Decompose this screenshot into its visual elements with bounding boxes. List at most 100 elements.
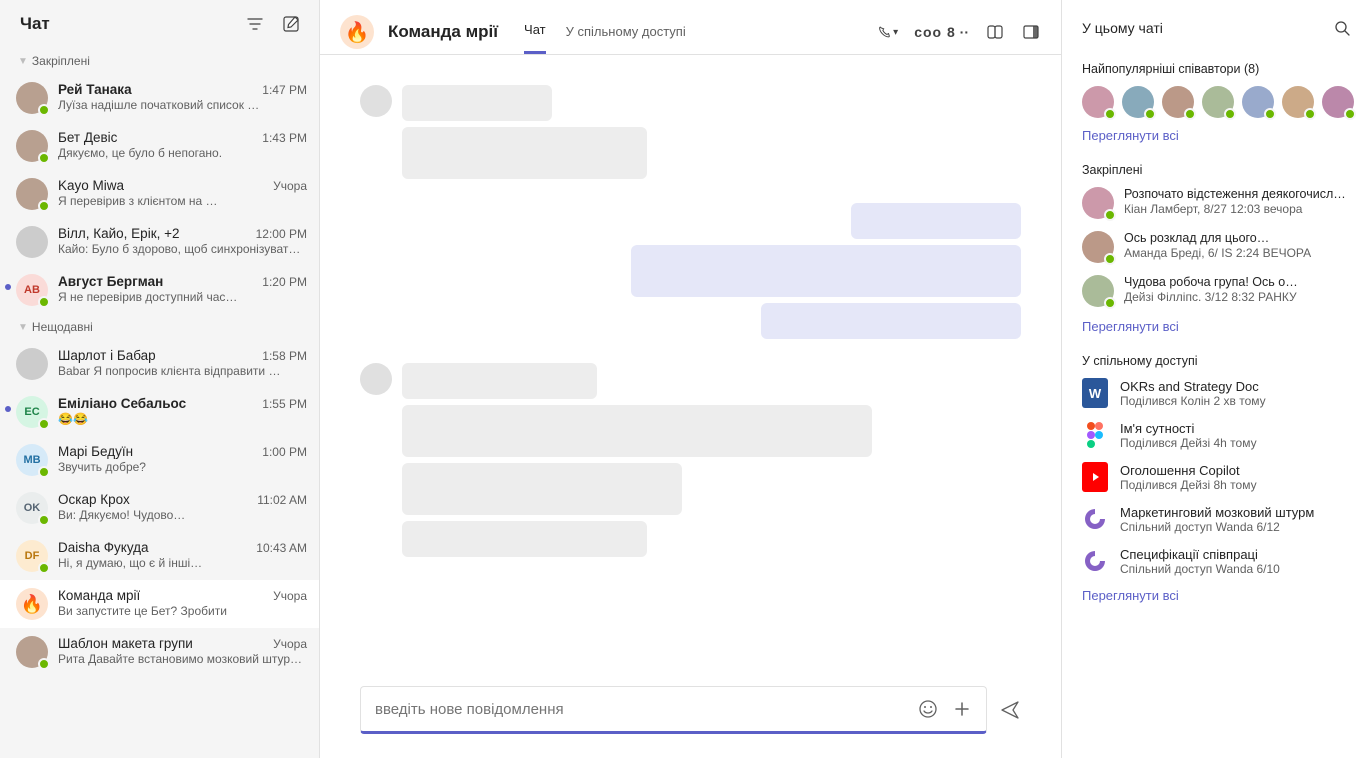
avatar: OK	[16, 492, 48, 524]
message-bubble[interactable]	[402, 85, 552, 121]
chat-list-item[interactable]: Вілл, Кайо, Ерік, +2 12:00 PM Кайо: Було…	[0, 218, 319, 266]
chat-list-item[interactable]: Шарлот і Бабар 1:58 PM Babar Я попросив …	[0, 340, 319, 388]
chat-item-name: Шарлот і Бабар	[58, 348, 156, 363]
emoji-icon[interactable]	[918, 699, 938, 719]
pinned-message[interactable]: Чудова робоча група! Ось о… Дейзі Філліп…	[1082, 275, 1352, 307]
chat-item-name: Оскар Крох	[58, 492, 130, 507]
shared-file-item[interactable]: Специфікації співпраці Спільний доступ W…	[1082, 546, 1352, 576]
pinned-subtitle: Аманда Бреді, 6/ IS 2:24 ВЕЧОРА	[1124, 246, 1352, 260]
shared-subtitle: Поділився Колін 2 хв тому	[1120, 394, 1352, 408]
chat-list-item[interactable]: EC Еміліано Себальос 1:55 PM 😂😂	[0, 388, 319, 436]
chat-list-item[interactable]: Kayo Miwa Учора Я перевірив з клієнтом н…	[0, 170, 319, 218]
pinned-section-header[interactable]: ▼ Закріплені	[0, 48, 319, 74]
view-all-link[interactable]: Переглянути всі	[1082, 319, 1352, 334]
message-bubble[interactable]	[761, 303, 1021, 339]
messages-area	[320, 55, 1061, 676]
message-bubble[interactable]	[402, 405, 872, 457]
message-bubble[interactable]	[402, 521, 647, 557]
chat-list-item[interactable]: 🔥 Команда мрії Учора Ви запустите це Бет…	[0, 580, 319, 628]
pinned-subtitle: Кіан Ламберт, 8/27 12:03 вечора	[1124, 202, 1352, 216]
shared-file-item[interactable]: Маркетинговий мозковий штурм Спільний до…	[1082, 504, 1352, 534]
avatar	[16, 226, 48, 258]
sent-message-group	[360, 203, 1021, 339]
avatar: MB	[16, 444, 48, 476]
chat-header: 🔥 Команда мрії Чат У спільному доступі ▾…	[320, 0, 1061, 55]
members-count[interactable]: соо 8 ··	[914, 24, 969, 40]
chat-list-item[interactable]: Рей Танака 1:47 PM Луїза надішле початко…	[0, 74, 319, 122]
chat-item-name: Вілл, Кайо, Ерік, +2	[58, 226, 180, 241]
coauthor-avatar[interactable]	[1122, 86, 1154, 118]
chat-item-time: 1:47 PM	[262, 83, 307, 97]
add-icon[interactable]	[952, 699, 972, 719]
coauthor-avatar[interactable]	[1202, 86, 1234, 118]
sidebar-header: Чат	[0, 0, 319, 48]
chat-item-name: Бет Девіс	[58, 130, 117, 145]
shared-label: У спільному доступі	[1082, 354, 1352, 368]
chat-item-name: Kayo Miwa	[58, 178, 124, 193]
shared-file-item[interactable]: Оголошення Copilot Поділився Дейзі 8h то…	[1082, 462, 1352, 492]
loop-icon	[1082, 546, 1108, 576]
search-icon[interactable]	[1332, 18, 1352, 38]
message-bubble[interactable]	[402, 127, 647, 179]
chevron-down-icon: ▼	[18, 322, 28, 333]
chat-item-preview: Я перевірив з клієнтом на …	[58, 194, 307, 208]
received-message-group	[360, 85, 1021, 179]
chat-item-name: Марі Бедуїн	[58, 444, 133, 459]
chat-item-time: Учора	[273, 589, 307, 603]
message-bubble[interactable]	[402, 463, 682, 515]
message-bubble[interactable]	[631, 245, 1021, 297]
message-input[interactable]	[375, 701, 908, 718]
sidebar-title: Чат	[20, 14, 50, 34]
shared-subtitle: Спільний доступ Wanda 6/10	[1120, 562, 1352, 576]
tab-shared[interactable]: У спільному доступі	[566, 10, 686, 54]
chat-item-preview: Ви запустите це Бет? Зробити	[58, 604, 307, 618]
compose-box[interactable]	[360, 686, 987, 734]
message-bubble[interactable]	[851, 203, 1021, 239]
filter-icon[interactable]	[245, 14, 265, 34]
chat-list-item[interactable]: Бет Девіс 1:43 PM Дякуємо, це було б неп…	[0, 122, 319, 170]
coauthor-avatar[interactable]	[1322, 86, 1354, 118]
compose-area	[320, 676, 1061, 758]
chat-item-time: 11:02 AM	[257, 493, 307, 507]
word-icon: W	[1082, 378, 1108, 408]
avatar: AB	[16, 274, 48, 306]
chat-list-item[interactable]: DF Daisha Фукуда 10:43 AM Ні, я думаю, щ…	[0, 532, 319, 580]
chat-item-time: 1:20 PM	[262, 275, 307, 289]
shared-file-item[interactable]: Ім'я сутності Поділився Дейзі 4h тому	[1082, 420, 1352, 450]
coauthors-label: Найпопулярніші співавтори (8)	[1082, 62, 1352, 76]
tab-chat[interactable]: Чат	[524, 10, 546, 54]
copilot-icon[interactable]	[985, 22, 1005, 42]
chat-list-item[interactable]: Шаблон макета групи Учора Рита Давайте в…	[0, 628, 319, 676]
send-icon[interactable]	[999, 699, 1021, 721]
chat-list-item[interactable]: MB Марі Бедуїн 1:00 PM Звучить добре?	[0, 436, 319, 484]
chat-list-sidebar: Чат ▼ Закріплені Рей Танака 1:47 PM Луїз…	[0, 0, 320, 758]
avatar: 🔥	[16, 588, 48, 620]
panel-open-icon[interactable]	[1021, 22, 1041, 42]
chat-item-name: Рей Танака	[58, 82, 132, 97]
chat-list-item[interactable]: OK Оскар Крох 11:02 AM Ви: Дякуємо! Чудо…	[0, 484, 319, 532]
pinned-message[interactable]: Ось розклад для цього… Аманда Бреді, 6/ …	[1082, 231, 1352, 263]
coauthor-avatar[interactable]	[1242, 86, 1274, 118]
chat-item-time: Учора	[273, 179, 307, 193]
shared-subtitle: Поділився Дейзі 4h тому	[1120, 436, 1352, 450]
new-chat-icon[interactable]	[281, 14, 301, 34]
view-all-link[interactable]: Переглянути всі	[1082, 588, 1352, 603]
avatar	[16, 82, 48, 114]
chat-list-item[interactable]: AB Август Бергман 1:20 PM Я не перевірив…	[0, 266, 319, 314]
chat-item-preview: Babar Я попросив клієнта відправити …	[58, 364, 307, 378]
shared-title: Специфікації співпраці	[1120, 547, 1352, 562]
call-icon[interactable]: ▾	[878, 22, 898, 42]
coauthor-avatar[interactable]	[1162, 86, 1194, 118]
coauthor-avatar[interactable]	[1082, 86, 1114, 118]
main-chat-area: 🔥 Команда мрії Чат У спільному доступі ▾…	[320, 0, 1062, 758]
pinned-message[interactable]: Розпочато відстеження деякогочисла… Кіан…	[1082, 187, 1352, 219]
shared-title: OKRs and Strategy Doc	[1120, 379, 1352, 394]
view-all-link[interactable]: Переглянути всі	[1082, 128, 1352, 143]
coauthor-avatar[interactable]	[1282, 86, 1314, 118]
chat-item-preview: Рита Давайте встановимо мозковий штурм…	[58, 652, 307, 666]
shared-file-item[interactable]: W OKRs and Strategy Doc Поділився Колін …	[1082, 378, 1352, 408]
recent-section-header[interactable]: ▼ Нещодавні	[0, 314, 319, 340]
chevron-down-icon: ▼	[18, 56, 28, 67]
pinned-title: Розпочато відстеження деякогочисла…	[1124, 187, 1352, 201]
message-bubble[interactable]	[402, 363, 597, 399]
